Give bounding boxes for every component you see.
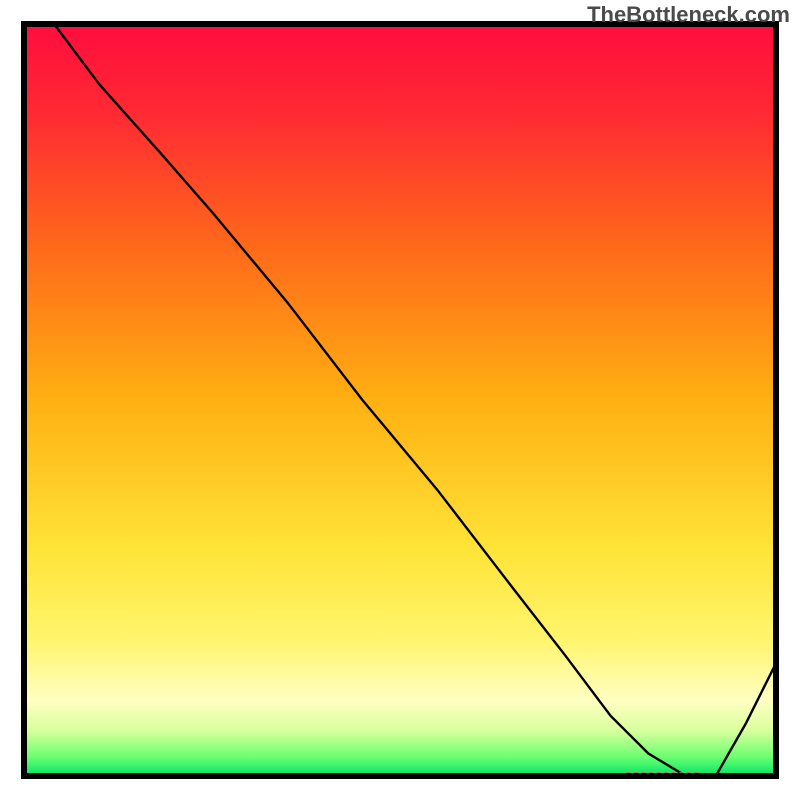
chart-container: { "watermark": "TheBottleneck.com", "cha… [0,0,800,800]
watermark-text: TheBottleneck.com [587,2,790,28]
plot-background [24,24,776,776]
bottleneck-chart [0,0,800,800]
